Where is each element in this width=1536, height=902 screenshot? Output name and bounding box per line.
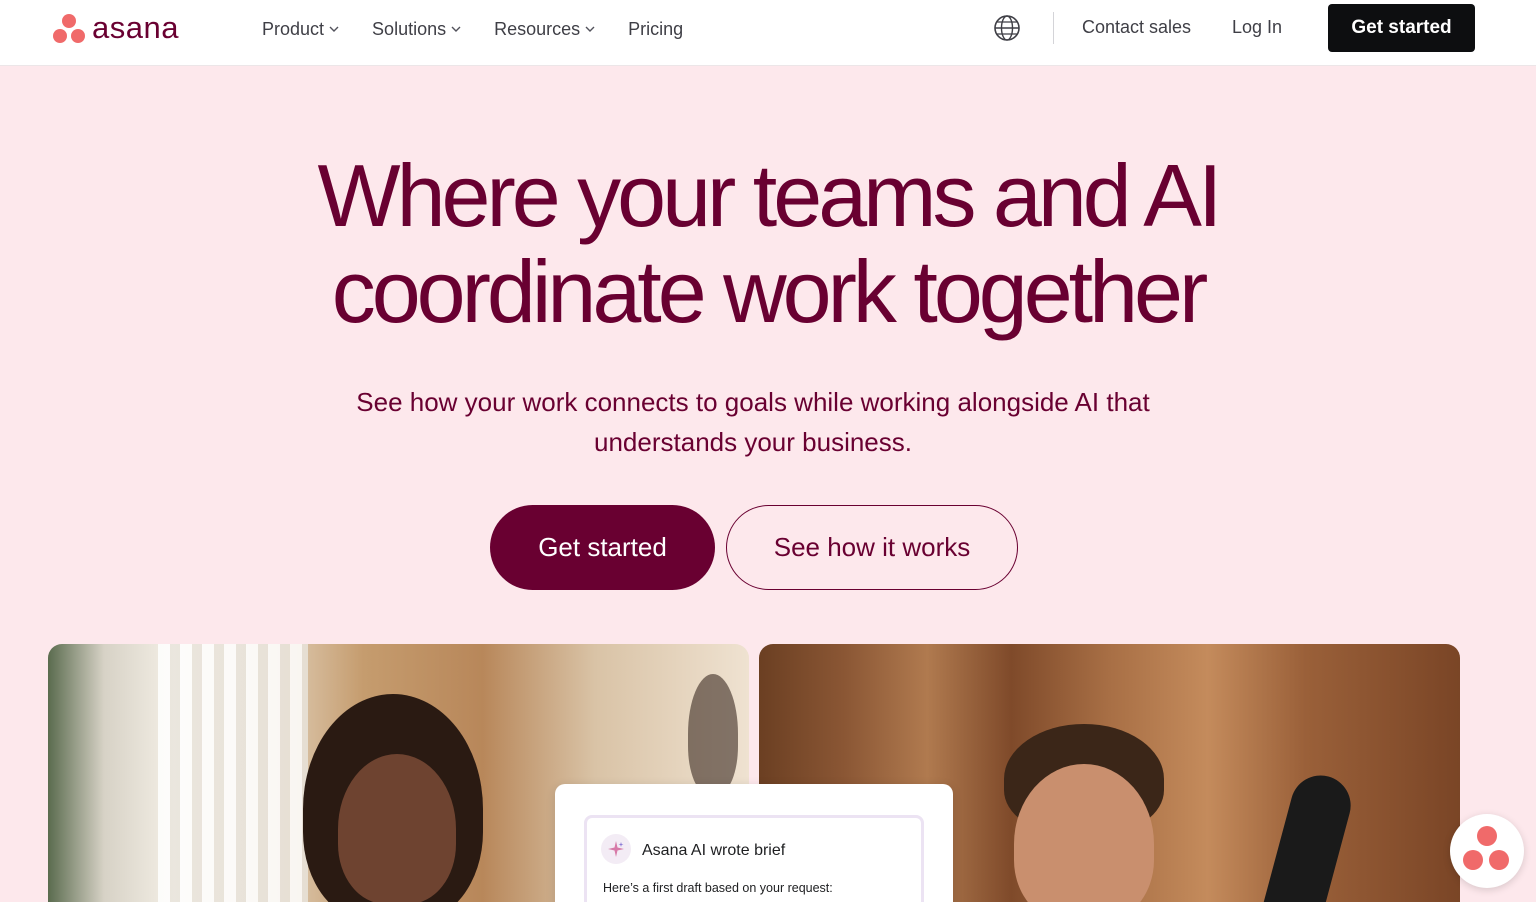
hero-subtitle: See how your work connects to goals whil…	[300, 382, 1206, 462]
hero-title-line-2: coordinate work together	[331, 242, 1209, 341]
nav-divider	[1053, 12, 1054, 44]
login-link[interactable]: Log In	[1232, 17, 1282, 38]
asana-logo-icon	[52, 13, 86, 45]
badge-dot	[1489, 850, 1509, 870]
ai-brief-panel: Asana AI wrote brief Here’s a first draf…	[584, 815, 924, 902]
person-background	[688, 674, 738, 794]
badge-dot	[1477, 826, 1497, 846]
nav-item-label: Solutions	[372, 18, 447, 39]
nav-item-label: Pricing	[628, 18, 684, 39]
nav-item-label: Resources	[494, 18, 581, 39]
badge-dot	[1463, 850, 1483, 870]
ai-brief-title: Asana AI wrote brief	[642, 842, 786, 859]
chevron-down-icon	[329, 26, 339, 32]
nav-item-solutions[interactable]: Solutions	[372, 19, 462, 40]
globe-icon[interactable]	[992, 13, 1022, 43]
nav-get-started-button[interactable]: Get started	[1328, 4, 1475, 52]
nav-item-product[interactable]: Product	[262, 19, 340, 40]
nav-item-resources[interactable]: Resources	[494, 19, 596, 40]
nav-item-label: Product	[262, 18, 325, 39]
chevron-down-icon	[585, 26, 595, 32]
hero-subtitle-line-2: understands your business.	[594, 427, 912, 457]
hero-title: Where your teams and AI coordinate work …	[150, 148, 1386, 340]
chevron-down-icon	[451, 26, 461, 32]
photo-background-blinds	[158, 644, 308, 902]
hero-subtitle-line-1: See how your work connects to goals whil…	[356, 387, 1150, 417]
asana-chat-badge[interactable]	[1450, 814, 1524, 888]
desk-lamp	[1260, 768, 1358, 902]
nav-menu: Product Solutions Resources Pricing	[262, 0, 715, 58]
brand-name: asana	[92, 10, 179, 45]
see-how-it-works-button[interactable]: See how it works	[726, 505, 1018, 590]
top-nav: asana Product Solutions Resources Pricin…	[0, 0, 1536, 66]
ai-brief-card: Asana AI wrote brief Here’s a first draf…	[555, 784, 953, 902]
hero-title-line-1: Where your teams and AI	[317, 146, 1223, 245]
nav-item-pricing[interactable]: Pricing	[628, 19, 683, 40]
person-left-face	[338, 754, 456, 902]
sparkle-icon	[601, 834, 631, 864]
ai-brief-text: Here’s a first draft based on your reque…	[603, 881, 833, 895]
contact-sales-link[interactable]: Contact sales	[1082, 17, 1191, 38]
asana-logo[interactable]: asana	[52, 12, 179, 46]
hero-get-started-button[interactable]: Get started	[490, 505, 715, 590]
